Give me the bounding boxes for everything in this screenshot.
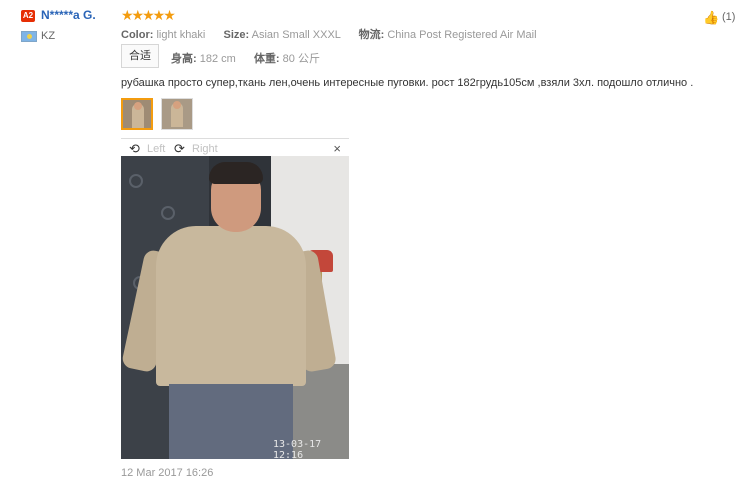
body-measurements: 身高: 182 cm 体重: 80 公斤 [171,50,320,66]
shipping-value: China Post Registered Air Mail [387,29,537,41]
image-viewer-toolbar: ⟲ Left ⟳ Right × [121,138,349,157]
rotate-left-icon[interactable]: ⟲ [129,141,140,157]
order-attributes: Color: light khaki Size: Asian Small XXX… [121,26,537,42]
review-date: 12 Mar 2017 16:26 [121,467,214,479]
country-flag-icon [21,31,37,42]
rotate-left-label[interactable]: Left [147,143,165,155]
review-photo: 13-03-17 12:16 [121,156,349,459]
review-text: рубашка просто супер,ткань лен,очень инт… [121,77,694,89]
height-value: 182 cm [199,53,236,65]
rating-stars: ★★★★★ [121,7,176,23]
photo-thumbnail-1[interactable] [121,98,153,130]
fit-badge: 合适 [121,44,159,68]
buyer-level-badge: A2 [21,10,35,22]
size-value: Asian Small XXXL [251,29,341,41]
reviewer-country: KZ [41,30,56,42]
weight-value: 80 公斤 [282,53,320,65]
weight-label: 体重: [253,53,280,65]
close-viewer-button[interactable]: × [333,141,341,156]
photo-timestamp: 13-03-17 12:16 [273,439,322,459]
thumbs-up-icon[interactable]: 👍 [703,10,719,26]
helpful-count: (1) [722,11,736,23]
shipping-label: 物流: [358,29,385,41]
reviewer-name[interactable]: N*****a G. [41,8,96,22]
rotate-right-label[interactable]: Right [192,143,218,155]
size-label: Size: [223,29,250,41]
height-label: 身高: [171,53,197,65]
color-label: Color: [121,29,154,41]
rotate-right-icon[interactable]: ⟳ [174,141,185,157]
photo-thumbnail-2[interactable] [161,98,193,130]
color-value: light khaki [156,29,206,41]
